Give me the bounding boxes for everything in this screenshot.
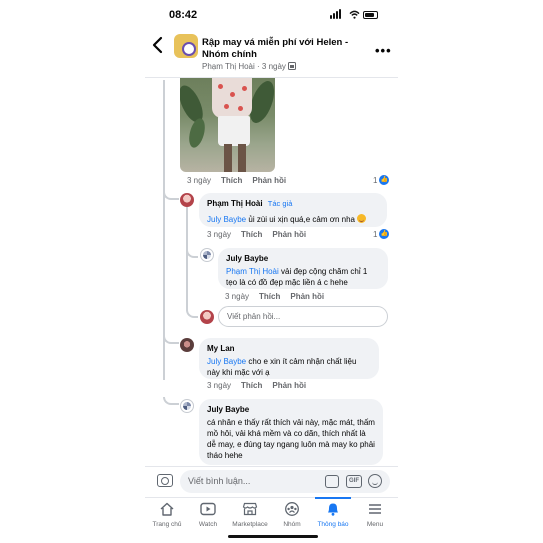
sticker-icon[interactable] (325, 475, 339, 488)
tab-marketplace[interactable]: Marketplace (229, 500, 271, 532)
signal-bar (336, 11, 338, 19)
status-icons (330, 9, 380, 21)
comment-bubble: July Baybe Phạm Thị Hoài vải đẹp cộng ch… (218, 248, 388, 289)
comment-text: cá nhân e thấy rất thích vải này, mặc má… (207, 418, 375, 460)
tab-label: Trang chủ (152, 521, 182, 528)
avatar[interactable] (200, 248, 214, 262)
like-button[interactable]: Thích (259, 292, 280, 301)
smiling-face-with-hearts-icon (357, 214, 367, 223)
post-time: 3 ngày (261, 62, 286, 71)
comment-time: 3 ngày (207, 381, 232, 390)
reply-button[interactable]: Phản hồi (272, 381, 306, 390)
tab-watch[interactable]: Watch (187, 500, 229, 532)
watch-icon (200, 502, 216, 516)
comment-author[interactable]: My Lan (207, 343, 371, 354)
groups-icon (285, 502, 299, 516)
tab-label: Watch (198, 521, 218, 528)
signal-bar (333, 13, 335, 19)
like-count-value: 1 (373, 175, 378, 185)
group-privacy-icon (288, 62, 297, 70)
home-icon (160, 502, 174, 516)
comment-bubble: July Baybe cá nhân e thấy rất thích vải … (199, 399, 383, 465)
marketplace-icon (242, 502, 258, 516)
comment-time: 3 ngày (225, 292, 250, 301)
signal-bar (339, 9, 341, 19)
comment-actions: 3 ngày Thích Phản hồi (225, 292, 324, 301)
tab-label: Thông báo (317, 521, 349, 528)
reply-input[interactable]: Viết phản hồi... (218, 306, 388, 327)
tab-menu[interactable]: Menu (354, 500, 396, 532)
like-button[interactable]: Thích (241, 381, 262, 390)
like-button[interactable]: Thích (241, 230, 262, 239)
mention-link[interactable]: July Baybe (207, 357, 246, 366)
avatar[interactable] (180, 193, 194, 207)
post-meta: Phạm Thị Hoài · 3 ngày (202, 62, 297, 71)
like-reaction-icon: 👍 (379, 175, 390, 185)
mention-link[interactable]: Phạm Thị Hoài (226, 267, 279, 276)
post-author[interactable]: Phạm Thị Hoài (202, 62, 255, 71)
more-options-button[interactable]: ••• (375, 43, 392, 58)
like-count[interactable]: 1 👍 (373, 175, 390, 185)
meta-separator: · (257, 62, 260, 71)
emoji-icon[interactable] (368, 474, 382, 488)
comment-time: 3 ngày (187, 176, 212, 185)
like-reaction-icon: 👍 (379, 229, 390, 239)
comment-author[interactable]: Phạm Thị Hoài (207, 199, 263, 208)
post-title[interactable]: Rập may vá miễn phí với Helen - Nhóm chí… (202, 37, 374, 61)
avatar[interactable] (180, 338, 194, 352)
comment-actions: 3 ngày Thích Phản hồi (187, 176, 286, 185)
wifi-icon (349, 10, 360, 19)
comment-author[interactable]: July Baybe (226, 253, 380, 264)
thread-line (163, 80, 165, 380)
bell-icon (328, 503, 338, 516)
tab-notifications[interactable]: Thông báo (312, 500, 354, 532)
menu-icon (369, 504, 381, 514)
gif-button[interactable]: GIF (346, 475, 362, 488)
reply-button[interactable]: Phản hồi (290, 292, 324, 301)
back-arrow-icon[interactable] (151, 36, 165, 54)
comment-actions: 3 ngày Thích Phản hồi (207, 381, 306, 390)
camera-icon[interactable] (157, 474, 173, 487)
comment-text: ủi zùi ui xịn quá,e cảm ơn nha (246, 215, 356, 224)
avatar (200, 310, 214, 324)
reply-thread-line (186, 207, 188, 311)
avatar[interactable] (180, 399, 194, 413)
comment-author[interactable]: July Baybe (207, 404, 375, 415)
comment-time: 3 ngày (207, 230, 232, 239)
status-time: 08:42 (169, 9, 198, 21)
comment-bubble: My Lan July Baybe cho e xin ít cảm nhận … (199, 338, 379, 379)
like-button[interactable]: Thích (221, 176, 242, 185)
tab-label: Nhóm (283, 521, 301, 528)
mention-link[interactable]: July Baybe (207, 215, 246, 224)
group-avatar[interactable] (174, 34, 198, 58)
comment-photo[interactable] (180, 78, 275, 172)
active-tab-indicator (315, 497, 351, 499)
reply-button[interactable]: Phản hồi (272, 230, 306, 239)
tab-label: Marketplace (232, 521, 268, 528)
author-badge: Tác giả (267, 199, 293, 208)
like-count[interactable]: 1 👍 (373, 229, 390, 239)
comment-bubble: Phạm Thị Hoài Tác giả July Baybe ủi zùi … (199, 193, 387, 227)
reply-button[interactable]: Phản hồi (252, 176, 286, 185)
tab-groups[interactable]: Nhóm (271, 500, 313, 532)
tab-home[interactable]: Trang chủ (146, 500, 188, 532)
like-count-value: 1 (373, 229, 378, 239)
tab-label: Menu (366, 521, 384, 528)
home-indicator (228, 535, 318, 538)
signal-icon (330, 15, 332, 19)
battery-icon (363, 11, 378, 19)
comment-actions: 3 ngày Thích Phản hồi (207, 230, 306, 239)
